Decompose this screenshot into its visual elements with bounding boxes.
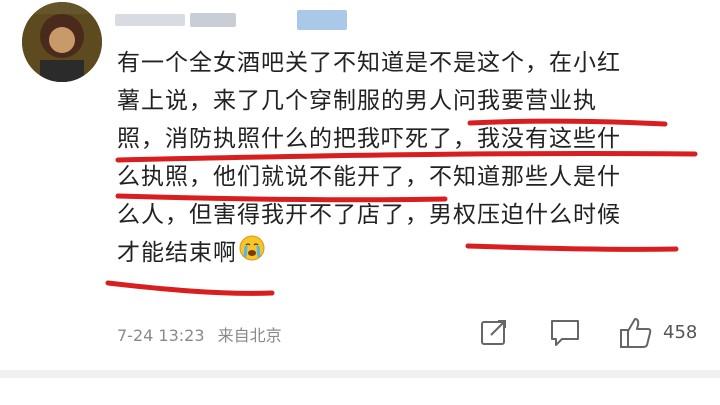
underline-1 [467, 118, 668, 127]
underline-5 [105, 280, 275, 296]
underline-3 [115, 193, 448, 203]
like-button[interactable] [618, 316, 654, 350]
comment-icon [551, 320, 579, 346]
share-button[interactable] [478, 316, 510, 350]
like-icon [620, 318, 652, 348]
comment-button[interactable] [548, 316, 582, 350]
underline-2 [115, 150, 698, 163]
post-source: 来自北京 [217, 326, 282, 345]
post-date: 7-24 13:23 [117, 326, 205, 345]
like-count: 458 [663, 322, 698, 343]
red-underline-annotations [105, 118, 698, 296]
post-meta: 7-24 13:23 来自北京 [117, 322, 290, 346]
underline-4 [465, 243, 679, 252]
section-divider [0, 370, 720, 378]
share-icon [481, 320, 506, 345]
